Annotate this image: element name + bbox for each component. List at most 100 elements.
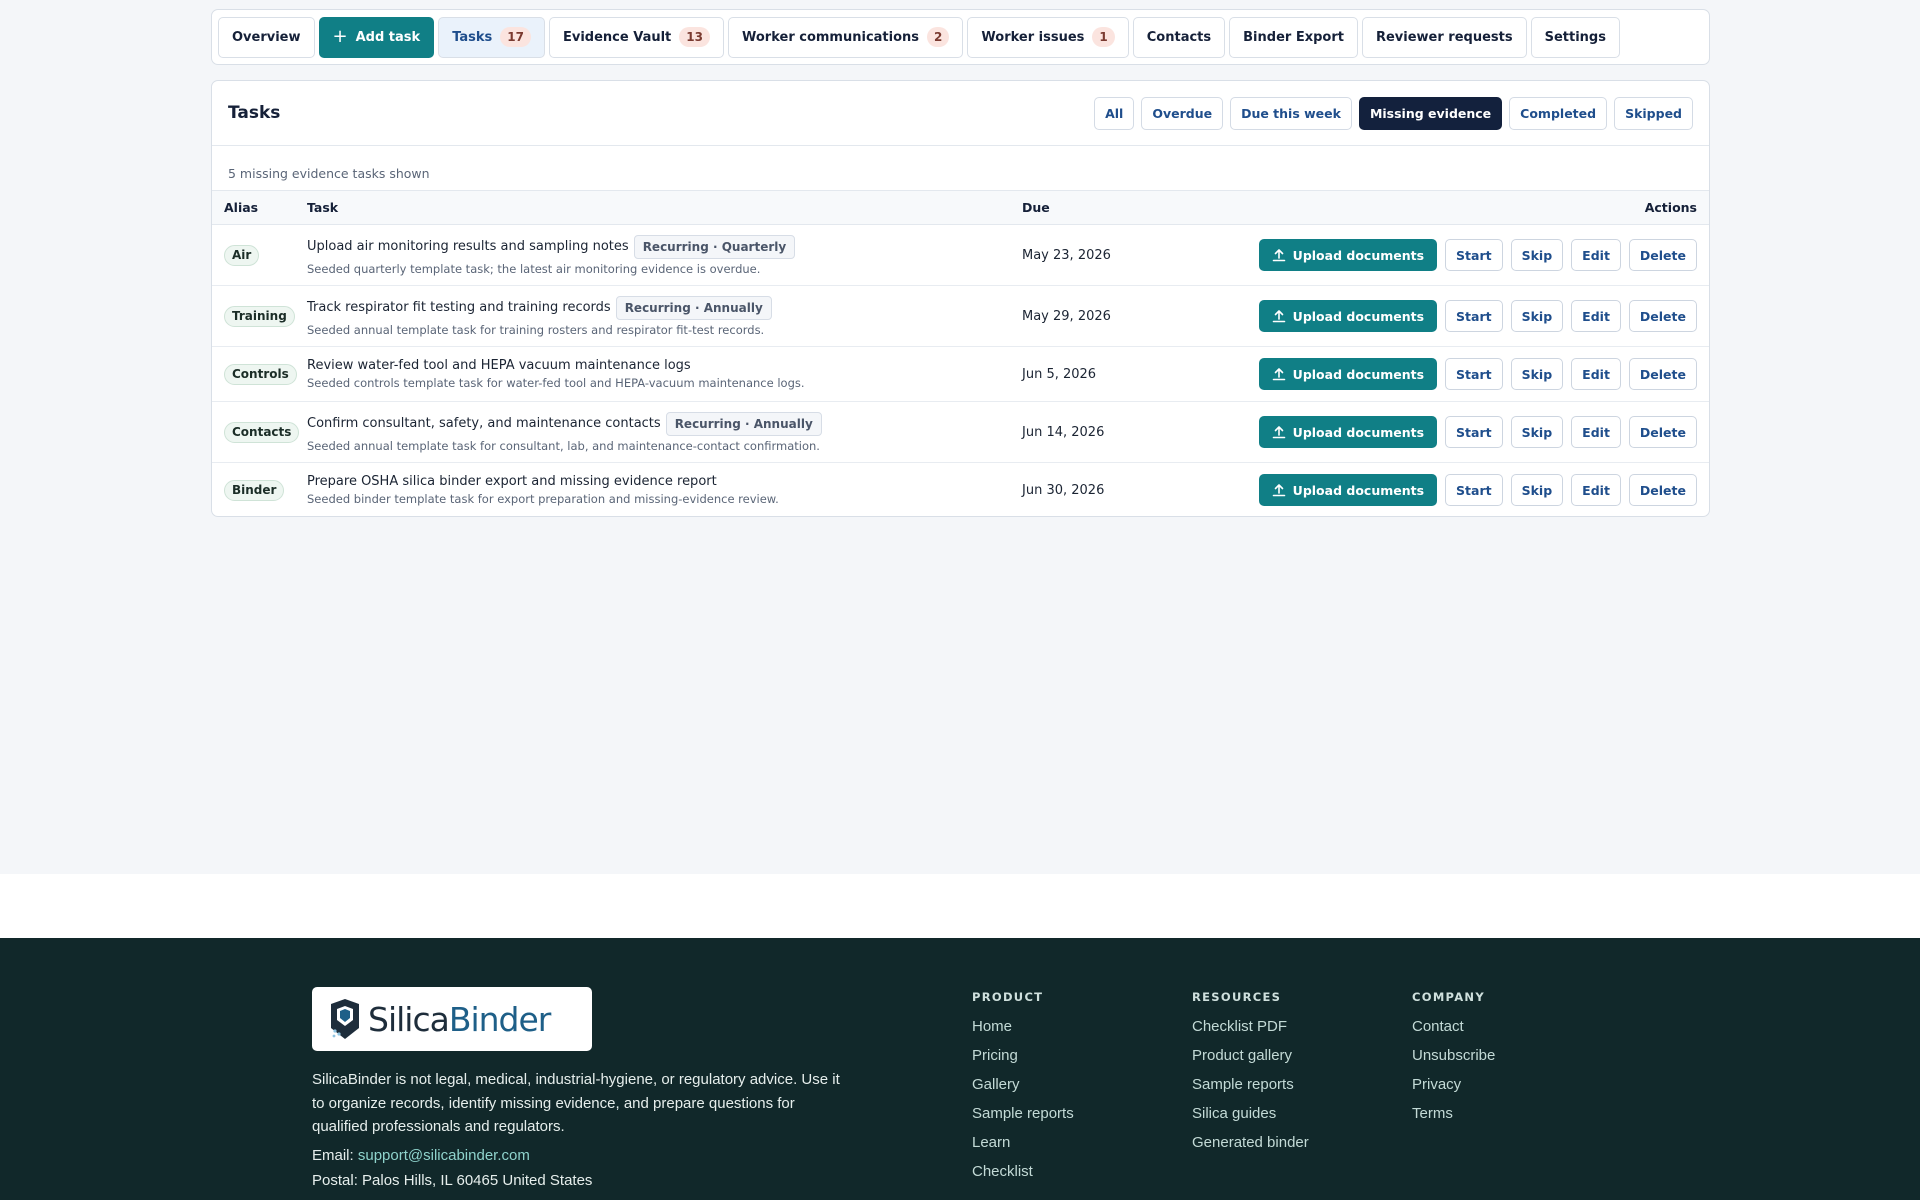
upload-documents-button[interactable]: Upload documents <box>1258 416 1438 448</box>
alias-badge: Training <box>224 306 295 327</box>
table-row: Air Upload air monitoring results and sam… <box>212 225 1709 286</box>
tab-evidence-vault-label: Evidence Vault <box>562 29 672 45</box>
start-button[interactable]: Start <box>1445 474 1503 507</box>
edit-button[interactable]: Edit <box>1571 239 1621 271</box>
task-description: Seeded annual template task for training… <box>307 322 765 337</box>
skip-button[interactable]: Skip <box>1510 474 1564 507</box>
edit-button[interactable]: Edit <box>1571 416 1621 448</box>
upload-documents-label: Upload documents <box>1292 247 1425 263</box>
footer-email: Email: support@silicabinder.com <box>312 1147 530 1164</box>
upload-icon <box>1272 426 1285 439</box>
upload-documents-button[interactable]: Upload documents <box>1258 239 1438 271</box>
page-spacer-band <box>0 874 1920 938</box>
tab-overview[interactable]: Overview <box>218 16 315 58</box>
tab-tasks[interactable]: Tasks 17 <box>438 16 545 58</box>
upload-icon <box>1272 249 1285 262</box>
column-task: Task <box>307 200 339 215</box>
task-description: Seeded controls template task for water-… <box>307 376 805 390</box>
footer-link[interactable]: Silica guides <box>1192 1105 1309 1122</box>
tab-contacts-label: Contacts <box>1146 29 1212 45</box>
filter-missing-evidence[interactable]: Missing evidence <box>1358 96 1503 130</box>
footer-link[interactable]: Sample reports <box>1192 1076 1309 1093</box>
worker-communications-count-badge: 2 <box>927 27 950 47</box>
delete-button[interactable]: Delete <box>1628 416 1697 448</box>
upload-documents-button[interactable]: Upload documents <box>1258 358 1438 390</box>
upload-icon <box>1272 484 1285 497</box>
footer-link[interactable]: Contact <box>1412 1018 1495 1035</box>
upload-icon <box>1272 310 1285 323</box>
recurrence-chip: Recurring · Annually <box>615 295 772 320</box>
footer-link[interactable]: Sample reports <box>972 1105 1074 1122</box>
footer-email-link[interactable]: support@silicabinder.com <box>358 1147 530 1164</box>
tab-worker-communications[interactable]: Worker communications 2 <box>727 16 964 58</box>
footer-postal: Postal: Palos Hills, IL 60465 United Sta… <box>312 1172 593 1189</box>
footer-column-heading: PRODUCT <box>972 990 1044 1004</box>
due-date: Jun 5, 2026 <box>1022 366 1097 382</box>
footer-link[interactable]: Learn <box>972 1134 1074 1151</box>
upload-documents-label: Upload documents <box>1292 308 1425 324</box>
task-cell: Upload air monitoring results and sampli… <box>307 225 1022 286</box>
add-task-button[interactable]: + Add task <box>318 16 435 58</box>
task-description: Seeded quarterly template task; the late… <box>307 261 761 276</box>
tab-settings[interactable]: Settings <box>1530 16 1620 58</box>
filter-overdue[interactable]: Overdue <box>1141 96 1224 130</box>
delete-button[interactable]: Delete <box>1628 474 1697 507</box>
filter-skipped[interactable]: Skipped <box>1614 96 1693 130</box>
footer-link[interactable]: Product gallery <box>1192 1047 1309 1064</box>
task-title-line: Track respirator fit testing and trainin… <box>307 295 1022 320</box>
skip-button[interactable]: Skip <box>1510 358 1564 390</box>
alias-cell: Training <box>212 286 307 347</box>
filter-due-this-week[interactable]: Due this week <box>1230 96 1352 130</box>
edit-button[interactable]: Edit <box>1571 358 1621 390</box>
footer-link[interactable]: Terms <box>1412 1105 1495 1122</box>
tasks-count-badge: 17 <box>500 27 531 47</box>
silicabinder-logo[interactable]: SilicaBinder <box>312 987 592 1051</box>
alias-cell: Controls <box>212 347 307 402</box>
skip-button[interactable]: Skip <box>1510 300 1564 332</box>
delete-button[interactable]: Delete <box>1628 358 1697 390</box>
tab-tasks-label: Tasks <box>452 29 493 45</box>
task-title-line: Prepare OSHA silica binder export and mi… <box>307 474 1022 489</box>
tab-reviewer-requests[interactable]: Reviewer requests <box>1361 16 1527 58</box>
logo-wordmark: SilicaBinder <box>368 1000 551 1039</box>
footer-column-product: PRODUCT Home Pricing Gallery Sample reports L… <box>972 990 1074 1192</box>
footer-link[interactable]: Home <box>972 1018 1074 1035</box>
footer-link[interactable]: Gallery <box>972 1076 1074 1093</box>
start-button[interactable]: Start <box>1445 358 1503 390</box>
footer-link[interactable]: Privacy <box>1412 1076 1495 1093</box>
footer-link[interactable]: Pricing <box>972 1047 1074 1064</box>
footer-link[interactable]: Checklist <box>972 1163 1074 1180</box>
start-button[interactable]: Start <box>1445 300 1503 332</box>
filter-all[interactable]: All <box>1094 96 1135 130</box>
task-cell: Track respirator fit testing and trainin… <box>307 286 1022 347</box>
edit-button[interactable]: Edit <box>1571 474 1621 507</box>
start-button[interactable]: Start <box>1445 239 1503 271</box>
task-description: Seeded annual template task for consulta… <box>307 438 820 453</box>
delete-button[interactable]: Delete <box>1628 300 1697 332</box>
start-button[interactable]: Start <box>1445 416 1503 448</box>
skip-button[interactable]: Skip <box>1510 416 1564 448</box>
actions-cell: Upload documents Start Skip Edit Delete <box>1237 347 1709 402</box>
upload-documents-button[interactable]: Upload documents <box>1258 300 1438 332</box>
footer-link[interactable]: Checklist PDF <box>1192 1018 1309 1035</box>
alias-cell: Air <box>212 225 307 286</box>
tab-worker-issues[interactable]: Worker issues 1 <box>967 16 1129 58</box>
tab-evidence-vault[interactable]: Evidence Vault 13 <box>548 16 724 58</box>
footer-link[interactable]: Generated binder <box>1192 1134 1309 1151</box>
tab-binder-export-label: Binder Export <box>1243 29 1344 45</box>
table-row: Contacts Confirm consultant, safety, and … <box>212 402 1709 463</box>
filter-completed[interactable]: Completed <box>1509 96 1608 130</box>
alias-cell: Contacts <box>212 402 307 463</box>
upload-documents-button[interactable]: Upload documents <box>1258 474 1438 507</box>
tasks-table: Alias Task Due Actions Air Upload air mon… <box>212 190 1709 516</box>
shield-logo-icon <box>331 999 359 1039</box>
footer-link[interactable]: Unsubscribe <box>1412 1047 1495 1064</box>
table-row: Controls Review water-fed tool and HEPA v… <box>212 347 1709 402</box>
alias-badge: Controls <box>224 364 297 385</box>
tab-binder-export[interactable]: Binder Export <box>1229 16 1358 58</box>
edit-button[interactable]: Edit <box>1571 300 1621 332</box>
column-due: Due <box>1022 200 1050 215</box>
tab-contacts[interactable]: Contacts <box>1132 16 1226 58</box>
skip-button[interactable]: Skip <box>1510 239 1564 271</box>
delete-button[interactable]: Delete <box>1628 239 1697 271</box>
